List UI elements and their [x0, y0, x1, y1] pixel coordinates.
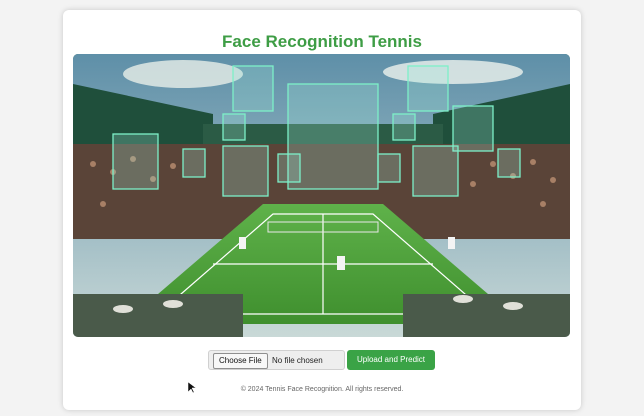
footer-text: © 2024 Tennis Face Recognition. All righ…	[240, 386, 404, 393]
page-title: Face Recognition Tennis	[222, 32, 422, 51]
file-status-text: No file chosen	[272, 356, 323, 365]
mouse-cursor-icon	[187, 381, 197, 399]
upload-and-predict-button[interactable]: Upload and Predict	[347, 350, 435, 370]
hero-image	[73, 54, 570, 337]
file-input[interactable]: Choose File No file chosen	[208, 350, 345, 370]
upload-row: Choose File No file chosen Upload and Pr…	[63, 350, 581, 371]
main-card: Face Recognition Tennis Choose File No f…	[63, 10, 581, 410]
choose-file-button[interactable]: Choose File	[213, 353, 268, 369]
